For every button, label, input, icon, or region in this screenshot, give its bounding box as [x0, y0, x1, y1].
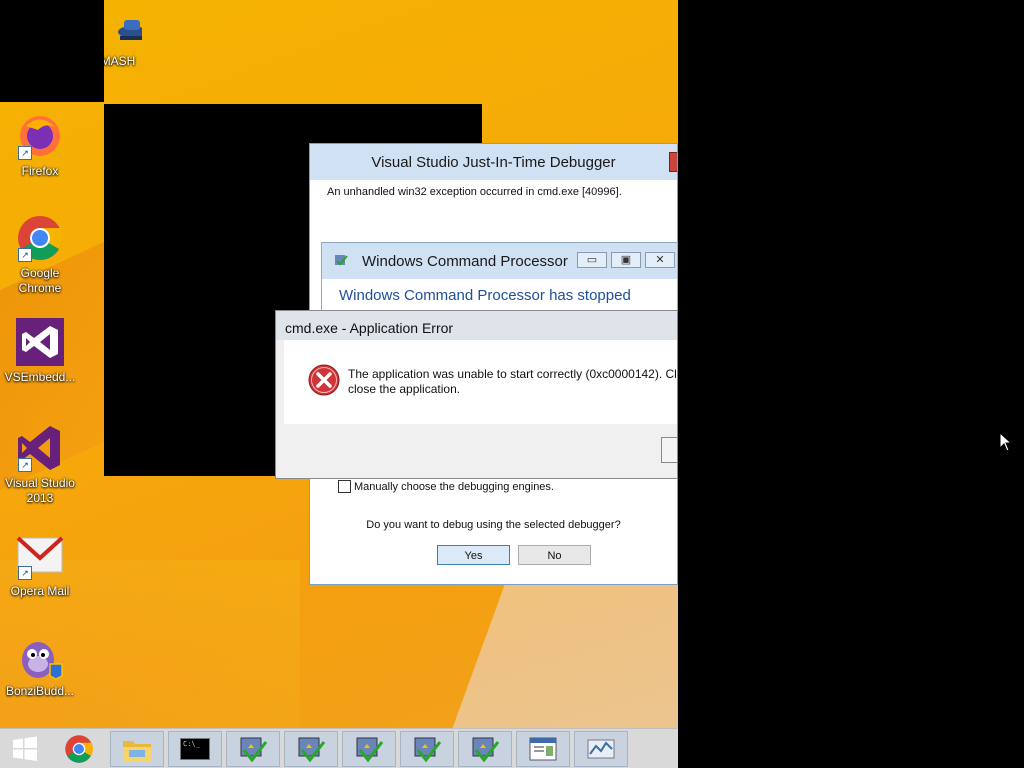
ok-button[interactable] — [661, 437, 677, 463]
command-processor-title: Windows Command Processor — [362, 253, 568, 270]
cmd-icon-text: C:\_ — [183, 740, 200, 748]
taskbar-app[interactable] — [458, 731, 512, 767]
yes-button[interactable]: Yes — [437, 545, 510, 565]
desktop-icon-label: BonziBudd... — [5, 684, 75, 698]
mouse-cursor-icon — [999, 432, 1013, 452]
debug-question: Do you want to debug using the selected … — [366, 519, 621, 531]
chrome-icon — [65, 735, 93, 763]
desktop-icon-label: Google Chrome — [18, 266, 62, 295]
file-explorer-icon — [123, 741, 151, 761]
taskbar-resource-monitor[interactable] — [574, 731, 628, 767]
taskbar-file-explorer[interactable] — [110, 731, 164, 767]
shortcut-arrow-icon: ↗ — [18, 248, 32, 262]
command-processor-dialog: Windows Command Processor ▭ ▣ ✕ Windows … — [321, 242, 678, 312]
app-check-icon — [472, 737, 500, 763]
firefox-icon: ↗ — [16, 112, 64, 160]
chrome-icon: ↗ — [16, 214, 64, 262]
taskbar-app[interactable] — [342, 731, 396, 767]
start-button[interactable] — [0, 731, 50, 767]
desktop-icon-label: Firefox — [21, 164, 59, 178]
shortcut-arrow-icon: ↗ — [18, 458, 32, 472]
desktop-icon-label: Visual Studio 2013 — [5, 476, 75, 505]
application-error-titlebar[interactable]: cmd.exe - Application Error — [276, 311, 677, 340]
taskbar-app[interactable] — [226, 731, 280, 767]
desktop: MASH ↗ Firefox ↗ Google Chrome VSEmbedd.… — [0, 0, 678, 768]
jit-debugger-title: Visual Studio Just-In-Time Debugger — [371, 154, 616, 171]
error-icon — [308, 364, 340, 396]
shortcut-arrow-icon: ↗ — [18, 566, 32, 580]
desktop-icon-vsembedded[interactable]: VSEmbedd... — [0, 318, 80, 385]
application-error-dialog: cmd.exe - Application Error The applicat… — [275, 310, 678, 479]
visual-studio-icon: ↗ — [16, 424, 64, 472]
taskbar-window[interactable] — [516, 731, 570, 767]
jit-debugger-message: An unhandled win32 exception occurred in… — [327, 186, 622, 198]
window-icon — [529, 737, 557, 761]
resource-monitor-icon — [587, 739, 615, 759]
taskbar-chrome[interactable] — [52, 731, 106, 767]
app-check-icon — [298, 737, 326, 763]
application-error-title: cmd.exe - Application Error — [285, 320, 454, 336]
taskbar-cmd[interactable]: C:\_ — [168, 731, 222, 767]
desktop-icon-opera-mail[interactable]: ↗ Opera Mail — [0, 532, 80, 599]
desktop-icon-label: Opera Mail — [10, 584, 70, 598]
jit-debugger-titlebar[interactable]: Visual Studio Just-In-Time Debugger — [310, 144, 677, 180]
start-icon — [13, 736, 37, 761]
application-error-line: close the application. — [348, 382, 461, 396]
application-error-body: The application was unable to start corr… — [284, 340, 677, 424]
cmd-icon: C:\_ — [180, 738, 210, 760]
taskbar: C:\_ — [0, 728, 678, 768]
black-window-artifact — [0, 0, 104, 102]
application-error-line: The application was unable to start corr… — [348, 367, 678, 381]
manual-engines-option[interactable]: Manually choose the debugging engines. — [338, 480, 554, 493]
no-button[interactable]: No — [518, 545, 591, 565]
close-button[interactable]: ✕ — [645, 252, 675, 268]
application-error-text: The application was unable to start corr… — [348, 367, 678, 397]
stopped-heading: Windows Command Processor has stopped — [339, 287, 631, 304]
visual-studio-icon — [16, 318, 64, 366]
desktop-icon-bonzibuddy[interactable]: BonziBudd... — [0, 632, 80, 699]
desktop-icon-firefox[interactable]: ↗ Firefox — [0, 112, 80, 179]
mail-icon: ↗ — [16, 532, 64, 580]
app-check-icon — [335, 255, 348, 266]
close-button[interactable] — [669, 152, 677, 172]
minimize-button[interactable]: ▭ — [577, 252, 607, 268]
app-check-icon — [240, 737, 268, 763]
taskbar-app[interactable] — [284, 731, 338, 767]
maximize-button[interactable]: ▣ — [611, 252, 641, 268]
desktop-icon-visual-studio[interactable]: ↗ Visual Studio 2013 — [0, 424, 80, 506]
command-processor-titlebar[interactable]: Windows Command Processor ▭ ▣ ✕ — [322, 243, 677, 279]
desktop-icon-chrome[interactable]: ↗ Google Chrome — [0, 214, 80, 296]
taskbar-app[interactable] — [400, 731, 454, 767]
app-check-icon — [414, 737, 442, 763]
bonzibuddy-icon — [16, 632, 64, 680]
app-check-icon — [356, 737, 384, 763]
manual-engines-label: Manually choose the debugging engines. — [354, 480, 554, 493]
desktop-icon-label: VSEmbedd... — [4, 370, 76, 384]
manual-engines-checkbox[interactable] — [338, 480, 351, 493]
shortcut-arrow-icon: ↗ — [18, 146, 32, 160]
